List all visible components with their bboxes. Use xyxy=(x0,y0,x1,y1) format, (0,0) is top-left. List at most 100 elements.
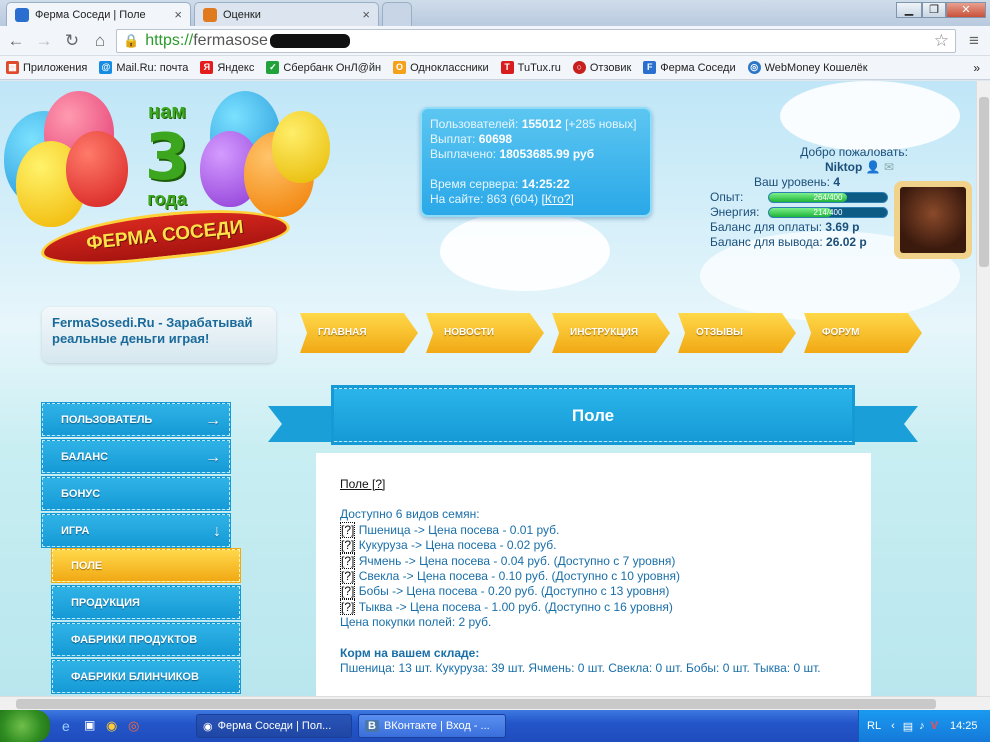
vertical-scrollbar[interactable] xyxy=(976,81,990,696)
menu-news[interactable]: НОВОСТИ xyxy=(426,313,544,353)
help-link[interactable]: [?] xyxy=(340,583,356,600)
seed-text: Кукуруза -> Цена посева - 0.02 руб. xyxy=(358,538,557,553)
tab-ocenki[interactable]: Оценки × xyxy=(194,2,379,26)
tab-label: Оценки xyxy=(223,8,261,21)
menu-reviews[interactable]: ОТЗЫВЫ xyxy=(678,313,796,353)
logo-goda: года xyxy=(147,189,187,209)
seed-text: Свекла -> Цена посева - 0.10 руб. (Досту… xyxy=(358,569,680,584)
cloud-decoration xyxy=(440,211,610,291)
sidebar-item-user[interactable]: ПОЛЬЗОВАТЕЛЬ → xyxy=(41,402,231,437)
sidebar-item-game[interactable]: ИГРА ↓ xyxy=(41,513,231,548)
chevron-left-icon[interactable]: ‹ xyxy=(891,720,895,732)
bookmark-yandex[interactable]: Я Яндекс xyxy=(200,61,254,74)
sidebar-item-label: ФАБРИКИ БЛИНЧИКОВ xyxy=(71,671,199,683)
balance-pay: 3.69 р xyxy=(825,220,860,234)
task-label: ВКонтакте | Вход - ... xyxy=(383,720,490,732)
help-link[interactable]: [?] xyxy=(340,537,356,554)
seed-row: [?] Бобы -> Цена посева - 0.20 руб. (Дос… xyxy=(340,583,847,600)
bookmark-webmoney[interactable]: ◎ WebMoney Кошелёк xyxy=(747,61,868,74)
ocenki-favicon-icon xyxy=(203,7,217,22)
site-logo[interactable]: нам 3 года ФЕРМА СОСЕДИ xyxy=(4,91,330,301)
lock-icon: 🔒 xyxy=(123,33,140,48)
cloud-decoration xyxy=(780,81,960,151)
help-link[interactable]: [?] xyxy=(340,552,356,569)
bookmark-label: Отзовик xyxy=(589,61,632,74)
seed-text: Пшеница -> Цена посева - 0.01 руб. xyxy=(358,522,560,537)
horizontal-scrollbar[interactable] xyxy=(0,696,990,710)
profile-icon[interactable]: 👤 xyxy=(866,160,881,174)
sidebar-item-pancake-factories[interactable]: ФАБРИКИ БЛИНЧИКОВ xyxy=(51,659,241,694)
bookmark-mailru[interactable]: @ Mail.Ru: почта xyxy=(99,61,188,74)
level-value: 4 xyxy=(833,175,841,189)
bookmark-label: Яндекс xyxy=(217,61,255,74)
sidebar-item-balance[interactable]: БАЛАНС → xyxy=(41,439,231,474)
exp-label: Опыт: xyxy=(710,190,744,204)
who-online-link[interactable]: [Кто?] xyxy=(541,192,573,206)
url-host: fermasose xyxy=(193,32,268,49)
start-button[interactable] xyxy=(0,710,50,742)
menu-forum[interactable]: ФОРУМ xyxy=(804,313,922,353)
arrow-right-icon: → xyxy=(205,412,221,429)
bookmark-star-icon[interactable]: ☆ xyxy=(934,31,949,51)
bookmark-label: Одноклассники xyxy=(410,61,489,74)
sidebar-item-label: ПРОДУКЦИЯ xyxy=(71,597,140,609)
reload-icon[interactable]: ↻ xyxy=(62,31,82,51)
restore-icon[interactable]: ❐ xyxy=(922,2,946,18)
desktop-icon[interactable]: ▣ xyxy=(84,718,95,732)
user-panel: Добро пожаловать: Niktop 👤 ✉ Ваш уровень… xyxy=(704,145,914,250)
bookmark-otzovik[interactable]: ○ Отзовик xyxy=(572,61,632,74)
opera-icon[interactable]: ◎ xyxy=(128,718,139,734)
back-icon[interactable]: ← xyxy=(6,31,26,51)
bookmark-sberbank[interactable]: ✓ Сбербанк ОнЛ@йн xyxy=(266,61,381,74)
mail-icon[interactable]: ✉ xyxy=(884,160,894,174)
language-indicator[interactable]: RL xyxy=(867,720,881,732)
network-icon[interactable]: ▤ xyxy=(903,720,913,733)
forward-icon[interactable]: → xyxy=(34,31,54,51)
bookmark-ferma[interactable]: F Ферма Соседи xyxy=(643,61,736,74)
help-link[interactable]: [?] xyxy=(340,568,356,585)
feed-stock: Пшеница: 13 шт. Кукуруза: 39 шт. Ячмень:… xyxy=(340,661,821,676)
sidebar-item-bonus[interactable]: БОНУС xyxy=(41,476,231,511)
sidebar-item-product-factories[interactable]: ФАБРИКИ ПРОДУКТОВ xyxy=(51,622,241,657)
page-title: Поле xyxy=(331,385,855,445)
exp-text: 264/400 xyxy=(813,193,843,202)
ie-icon[interactable]: e xyxy=(62,718,70,734)
username[interactable]: Niktop xyxy=(825,160,862,174)
help-link[interactable]: [?] xyxy=(340,598,356,615)
sidebar-item-products[interactable]: ПРОДУКЦИЯ xyxy=(51,585,241,620)
content-heading[interactable]: Поле [?] xyxy=(340,477,847,492)
redaction-mark xyxy=(269,34,350,48)
volume-icon[interactable]: ♪ xyxy=(919,720,925,732)
ferma-icon: F xyxy=(643,61,657,74)
ok-icon: О xyxy=(393,61,407,74)
home-icon[interactable]: ⌂ xyxy=(90,31,110,51)
bookmark-label: TuTux.ru xyxy=(517,61,561,74)
menu-icon[interactable]: ≡ xyxy=(964,31,984,51)
taskbar-item-ferma[interactable]: ◉ Ферма Соседи | Пол... xyxy=(196,714,352,738)
minimize-icon[interactable]: ▁ xyxy=(896,2,922,18)
address-bar[interactable]: 🔒 https:// fermasose ☆ xyxy=(116,29,956,53)
taskbar-item-vk[interactable]: В ВКонтакте | Вход - ... xyxy=(358,714,506,738)
more-bookmarks-icon[interactable]: » xyxy=(973,61,980,75)
seed-row: [?] Ячмень -> Цена посева - 0.04 руб. (Д… xyxy=(340,552,847,569)
bookmark-tutux[interactable]: T TuTux.ru xyxy=(500,61,561,74)
bookmark-apps[interactable]: ▦ Приложения xyxy=(6,61,87,74)
taskbar: e ▣ ◉ ◎ ◉ Ферма Соседи | Пол... В ВКонтакт… xyxy=(0,710,990,742)
sidebar-item-field[interactable]: ПОЛЕ xyxy=(51,548,241,583)
seed-row: [?] Кукуруза -> Цена посева - 0.02 руб. xyxy=(340,537,847,554)
ferma-favicon-icon xyxy=(15,7,29,22)
apps-icon: ▦ xyxy=(6,61,19,74)
close-tab-icon[interactable]: × xyxy=(362,7,370,22)
chrome-icon[interactable]: ◉ xyxy=(106,718,117,734)
tab-ferma[interactable]: Ферма Соседи | Поле × xyxy=(6,2,191,26)
antivirus-icon[interactable]: V xyxy=(931,720,938,732)
menu-instructions[interactable]: ИНСТРУКЦИЯ xyxy=(552,313,670,353)
sidebar-item-label: ИГРА xyxy=(61,525,90,537)
avatar[interactable] xyxy=(894,181,972,259)
help-link[interactable]: [?] xyxy=(340,521,356,538)
close-window-icon[interactable]: ✕ xyxy=(946,2,986,18)
menu-home[interactable]: ГЛАВНАЯ xyxy=(300,313,418,353)
new-tab-button[interactable] xyxy=(382,2,412,26)
close-tab-icon[interactable]: × xyxy=(174,7,182,22)
bookmark-ok[interactable]: О Одноклассники xyxy=(393,61,489,74)
